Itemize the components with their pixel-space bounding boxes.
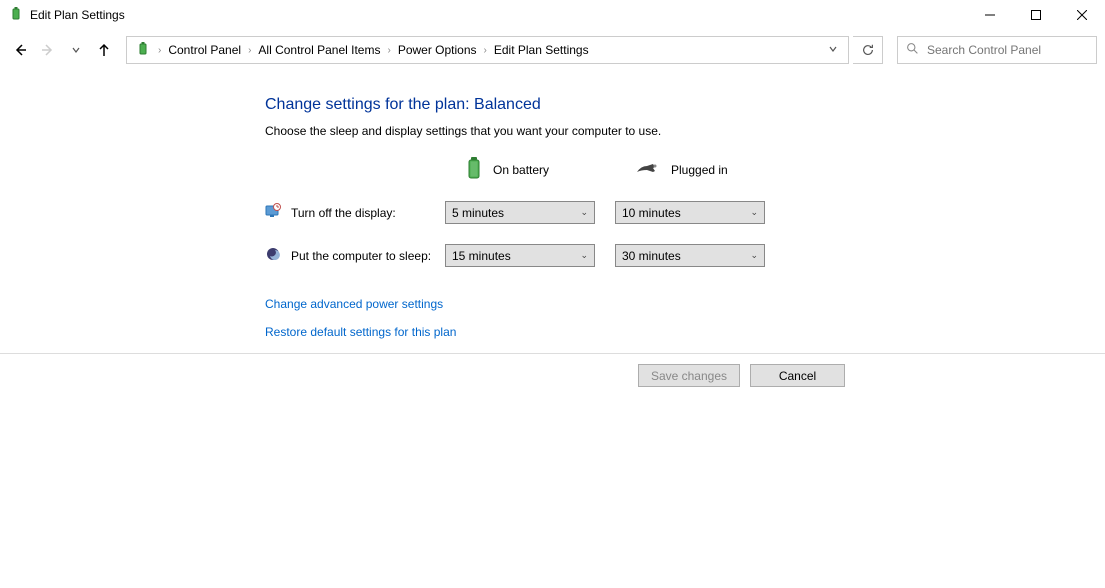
content-area: Change settings for the plan: Balanced C… bbox=[0, 66, 860, 339]
maximize-button[interactable] bbox=[1013, 0, 1059, 30]
display-setting-row: Turn off the display: 5 minutes ⌄ 10 min… bbox=[265, 201, 860, 224]
column-headers: On battery Plugged in bbox=[465, 156, 860, 183]
power-icon bbox=[135, 41, 151, 60]
setting-label-text: Put the computer to sleep: bbox=[291, 249, 431, 263]
breadcrumb-dropdown[interactable] bbox=[822, 43, 844, 57]
chevron-down-icon: ⌄ bbox=[750, 250, 758, 261]
search-box[interactable] bbox=[897, 36, 1097, 64]
recent-dropdown[interactable] bbox=[64, 38, 88, 62]
page-heading: Change settings for the plan: Balanced bbox=[265, 96, 860, 114]
chevron-right-icon[interactable]: › bbox=[155, 45, 164, 56]
close-button[interactable] bbox=[1059, 0, 1105, 30]
plug-icon bbox=[635, 160, 661, 179]
minimize-button[interactable] bbox=[967, 0, 1013, 30]
chevron-right-icon[interactable]: › bbox=[384, 45, 393, 56]
display-icon bbox=[265, 203, 281, 222]
select-value: 15 minutes bbox=[452, 249, 511, 263]
on-battery-column: On battery bbox=[465, 156, 635, 183]
chevron-down-icon: ⌄ bbox=[750, 207, 758, 218]
up-button[interactable] bbox=[92, 38, 116, 62]
page-subtext: Choose the sleep and display settings th… bbox=[265, 124, 860, 138]
chevron-right-icon[interactable]: › bbox=[481, 45, 490, 56]
plugged-in-column: Plugged in bbox=[635, 156, 805, 183]
chevron-down-icon: ⌄ bbox=[580, 250, 588, 261]
save-button[interactable]: Save changes bbox=[638, 364, 740, 387]
sleep-plugged-select[interactable]: 30 minutes ⌄ bbox=[615, 244, 765, 267]
select-value: 30 minutes bbox=[622, 249, 681, 263]
select-value: 5 minutes bbox=[452, 206, 504, 220]
cancel-button[interactable]: Cancel bbox=[750, 364, 845, 387]
advanced-settings-link[interactable]: Change advanced power settings bbox=[265, 297, 860, 311]
search-input[interactable] bbox=[927, 43, 1088, 57]
window-controls bbox=[967, 0, 1105, 30]
breadcrumb[interactable]: › Control Panel › All Control Panel Item… bbox=[126, 36, 849, 64]
chevron-right-icon[interactable]: › bbox=[245, 45, 254, 56]
nav-row: › Control Panel › All Control Panel Item… bbox=[0, 34, 1105, 66]
restore-defaults-link[interactable]: Restore default settings for this plan bbox=[265, 325, 860, 339]
display-battery-select[interactable]: 5 minutes ⌄ bbox=[445, 201, 595, 224]
titlebar: Edit Plan Settings bbox=[0, 0, 1105, 30]
setting-label-text: Turn off the display: bbox=[291, 206, 396, 220]
sleep-battery-select[interactable]: 15 minutes ⌄ bbox=[445, 244, 595, 267]
button-bar: Save changes Cancel bbox=[0, 353, 1105, 397]
column-label: Plugged in bbox=[671, 163, 728, 177]
sleep-setting-row: Put the computer to sleep: 15 minutes ⌄ … bbox=[265, 244, 860, 267]
chevron-down-icon: ⌄ bbox=[580, 207, 588, 218]
forward-button[interactable] bbox=[36, 38, 60, 62]
column-label: On battery bbox=[493, 163, 549, 177]
breadcrumb-item[interactable]: Edit Plan Settings bbox=[490, 43, 593, 57]
refresh-button[interactable] bbox=[853, 36, 883, 64]
breadcrumb-item[interactable]: Control Panel bbox=[164, 43, 245, 57]
select-value: 10 minutes bbox=[622, 206, 681, 220]
links: Change advanced power settings Restore d… bbox=[265, 297, 860, 339]
sleep-icon bbox=[265, 246, 281, 265]
back-button[interactable] bbox=[8, 38, 32, 62]
search-icon bbox=[906, 42, 919, 58]
battery-icon bbox=[465, 156, 483, 183]
breadcrumb-item[interactable]: Power Options bbox=[394, 43, 481, 57]
display-plugged-select[interactable]: 10 minutes ⌄ bbox=[615, 201, 765, 224]
breadcrumb-item[interactable]: All Control Panel Items bbox=[254, 43, 384, 57]
power-plan-icon bbox=[8, 6, 24, 25]
window-title: Edit Plan Settings bbox=[30, 8, 125, 22]
